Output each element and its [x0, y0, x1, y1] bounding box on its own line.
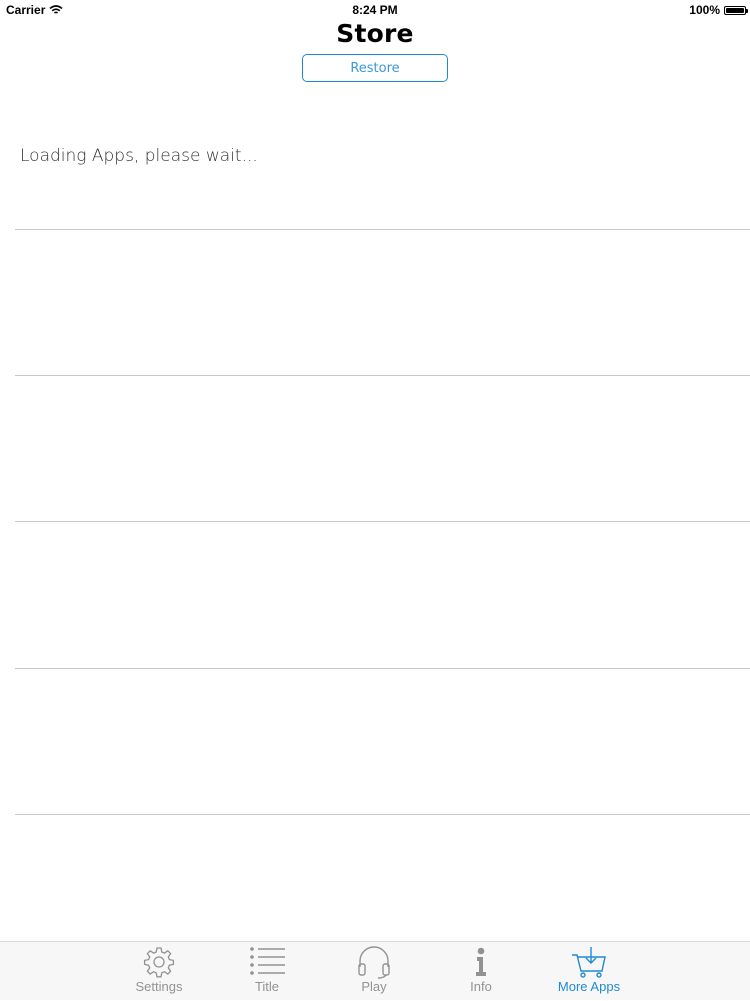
tab-play[interactable]: Play [329, 942, 419, 1001]
page-title: Store [336, 19, 414, 48]
gear-icon [143, 947, 175, 978]
battery-percent: 100% [689, 3, 720, 17]
battery-level-fill [726, 7, 744, 13]
tab-label: More Apps [557, 979, 621, 994]
tab-settings[interactable]: Settings [114, 942, 204, 1001]
tab-title[interactable]: Title [222, 942, 312, 1001]
headphones-icon [358, 946, 390, 979]
row-divider [15, 814, 750, 815]
status-battery: 100% [689, 3, 748, 17]
row-divider [15, 375, 750, 376]
tab-label: Info [470, 979, 492, 994]
info-icon [476, 947, 486, 976]
tab-label: Settings [135, 979, 183, 994]
cart-icon [572, 947, 606, 978]
row-divider [15, 521, 750, 522]
tab-more-apps[interactable]: More Apps [544, 942, 634, 1001]
row-divider [15, 229, 750, 230]
restore-button[interactable]: Restore [302, 54, 448, 82]
status-time: 8:24 PM [352, 3, 398, 17]
row-divider [15, 668, 750, 669]
loading-message: Loading Apps, please wait... [20, 146, 258, 166]
status-bar: Carrier 8:24 PM 100% [0, 0, 750, 20]
battery-icon [724, 5, 748, 15]
tab-label: Title [254, 979, 280, 994]
tab-bar: Settings Title Play Info More Apps [0, 941, 750, 1000]
list-icon [250, 947, 285, 975]
tab-label: Play [361, 979, 387, 994]
tab-info[interactable]: Info [436, 942, 526, 1001]
